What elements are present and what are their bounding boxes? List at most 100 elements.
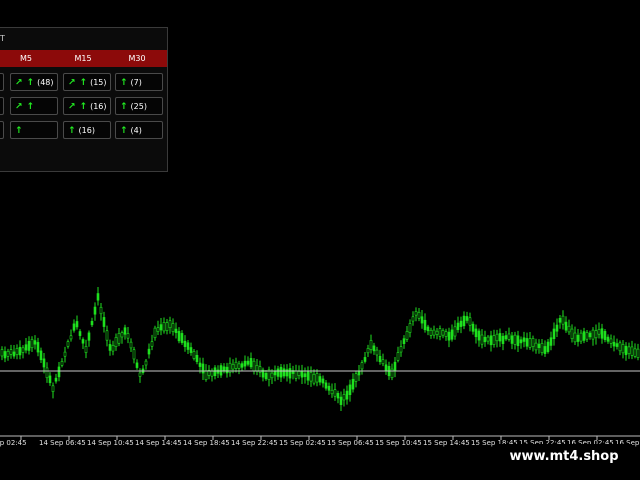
cell-r2-m30[interactable]: ↑ (25) <box>115 97 163 115</box>
cell-r1-m15[interactable]: ↗ ↑ (15) <box>63 73 111 91</box>
candle-body <box>348 384 352 396</box>
candle-body <box>33 340 37 345</box>
candle-body <box>342 394 346 401</box>
candle-body <box>165 322 169 331</box>
trend-up-icon: ↑ <box>79 102 88 112</box>
candle-body <box>162 322 166 332</box>
candle-body <box>354 373 358 382</box>
candle-body <box>78 331 82 336</box>
candle-body <box>543 346 547 354</box>
candle-body <box>507 333 511 340</box>
candle-body <box>297 371 301 376</box>
candle-body <box>90 320 94 326</box>
candle-body <box>381 359 385 365</box>
cell-r2-m15[interactable]: ↗ ↑ (16) <box>63 97 111 115</box>
cell-r3-m30[interactable]: ↑ (4) <box>115 121 163 139</box>
candle-body <box>516 335 520 347</box>
trend-up-icon: ↑ <box>26 78 35 88</box>
cell-r2-prev[interactable] <box>0 97 4 115</box>
cell-r3-prev[interactable] <box>0 121 4 139</box>
candle-body <box>558 318 562 323</box>
candle-body <box>102 317 106 327</box>
candle-body <box>84 346 88 353</box>
candle-body <box>81 339 85 344</box>
candle-body <box>333 389 337 397</box>
time-axis-label: 14 Sep 10:45 <box>87 439 134 447</box>
candle-body <box>537 343 541 348</box>
cell-count: (7) <box>130 78 142 87</box>
cell-r3-m5[interactable]: ↑ <box>10 121 58 139</box>
candle-body <box>360 362 364 370</box>
candle-body <box>231 363 235 370</box>
candle-body <box>30 339 34 349</box>
trend-up-icon: ↑ <box>68 126 76 136</box>
candle-body <box>534 342 538 351</box>
time-axis-label: 15 Sep 02:45 <box>279 439 326 447</box>
candle-body <box>210 370 214 377</box>
candle-body <box>186 342 190 350</box>
candle-body <box>327 385 331 391</box>
candle-body <box>330 389 334 395</box>
candle-body <box>366 348 370 354</box>
candle-body <box>513 334 517 345</box>
candle-body <box>321 378 325 384</box>
cell-r1-prev[interactable] <box>0 73 4 91</box>
candle-body <box>48 375 52 384</box>
candle-body <box>432 329 436 336</box>
candle-body <box>624 345 628 356</box>
candle-body <box>138 372 142 377</box>
candle-body <box>252 360 256 372</box>
candle-body <box>582 331 586 341</box>
cell-r2-m5[interactable]: ↗ ↑ <box>10 97 58 115</box>
candle-body <box>411 316 415 322</box>
candle-body <box>453 326 457 337</box>
candle-body <box>573 332 577 343</box>
candle-body <box>54 377 58 382</box>
candle-body <box>303 373 307 377</box>
candle-body <box>438 328 442 337</box>
time-axis-label: Sep 02:45 <box>0 439 27 447</box>
candle-body <box>414 311 418 316</box>
candle-body <box>249 358 253 368</box>
candle-body <box>204 370 208 380</box>
cell-r1-m30[interactable]: ↑ (7) <box>115 73 163 91</box>
candle-body <box>72 323 76 331</box>
candle-body <box>420 316 424 324</box>
cell-r3-m15[interactable]: ↑ (16) <box>63 121 111 139</box>
candle-body <box>315 373 319 383</box>
time-axis-label: 14 Sep 06:45 <box>39 439 86 447</box>
candle-body <box>633 348 637 357</box>
candle-body <box>60 361 64 366</box>
candle-body <box>12 351 16 357</box>
candle-body <box>309 372 313 382</box>
candle-body <box>441 330 445 336</box>
candle-body <box>66 341 70 347</box>
candle-body <box>15 348 19 355</box>
trend-dashboard-panel[interactable]: T M5 M15 M30 ↗ ↑ (48) ↗ ↑ (15) ↑ (7) ↗ ↑ ↗ ↑ (16… <box>0 27 168 172</box>
candle-body <box>351 378 355 390</box>
candle-body <box>510 335 514 344</box>
time-axis-label: 14 Sep 14:45 <box>135 439 182 447</box>
candle-body <box>564 321 568 331</box>
candle-body <box>27 340 31 351</box>
trend-up-icon: ↑ <box>15 126 23 136</box>
cell-r1-m5[interactable]: ↗ ↑ (48) <box>10 73 58 91</box>
candle-body <box>264 372 268 380</box>
candle-body <box>399 346 403 353</box>
candle-body <box>612 341 616 347</box>
candle-body <box>180 333 184 343</box>
candle-body <box>579 332 583 342</box>
candle-body <box>456 322 460 330</box>
candle-body <box>69 335 73 340</box>
trend-up-icon: ↑ <box>79 78 88 88</box>
candle-body <box>378 355 382 363</box>
candle-body <box>528 338 532 348</box>
candle-body <box>621 344 625 354</box>
trend-up-icon: ↑ <box>120 102 128 112</box>
candle-body <box>372 345 376 352</box>
candle-body <box>93 306 97 315</box>
time-axis-label: 15 Sep 06:45 <box>327 439 374 447</box>
candle-body <box>363 357 367 362</box>
candle-body <box>198 362 202 367</box>
candle-body <box>282 368 286 377</box>
